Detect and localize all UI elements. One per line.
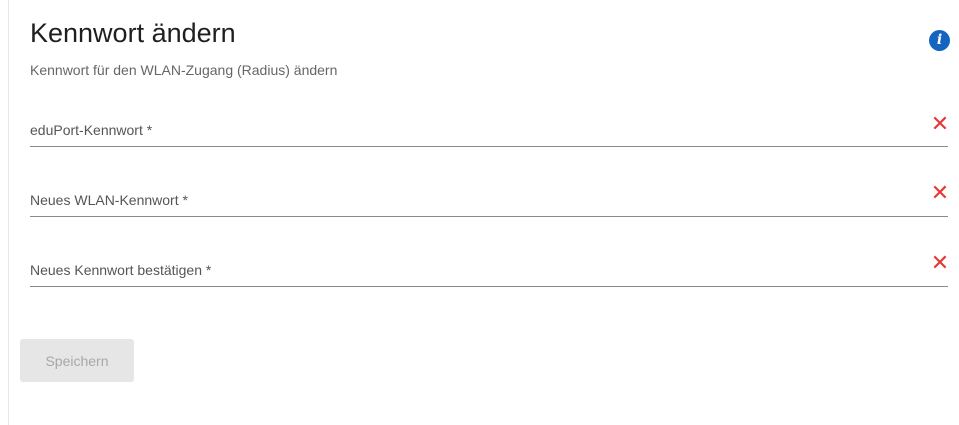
confirm-password-field[interactable]: Neues Kennwort bestätigen * ✕ bbox=[30, 247, 950, 287]
close-icon[interactable]: ✕ bbox=[930, 114, 950, 136]
page-subtitle: Kennwort für den WLAN-Zugang (Radius) än… bbox=[30, 62, 338, 78]
info-icon[interactable]: i bbox=[929, 30, 950, 51]
close-icon[interactable]: ✕ bbox=[930, 183, 950, 205]
field-underline bbox=[30, 216, 948, 217]
new-wlan-password-field[interactable]: Neues WLAN-Kennwort * ✕ bbox=[30, 177, 950, 217]
confirm-password-input[interactable] bbox=[30, 255, 918, 283]
change-password-card: Kennwort ändern Kennwort für den WLAN-Zu… bbox=[8, 0, 959, 425]
close-icon[interactable]: ✕ bbox=[930, 253, 950, 275]
page-title: Kennwort ändern bbox=[30, 18, 236, 48]
field-underline bbox=[30, 146, 948, 147]
eduport-password-field[interactable]: eduPort-Kennwort * ✕ bbox=[30, 107, 950, 147]
field-underline bbox=[30, 286, 948, 287]
new-wlan-password-input[interactable] bbox=[30, 185, 918, 213]
save-button[interactable]: Speichern bbox=[20, 339, 134, 382]
eduport-password-input[interactable] bbox=[30, 115, 918, 143]
